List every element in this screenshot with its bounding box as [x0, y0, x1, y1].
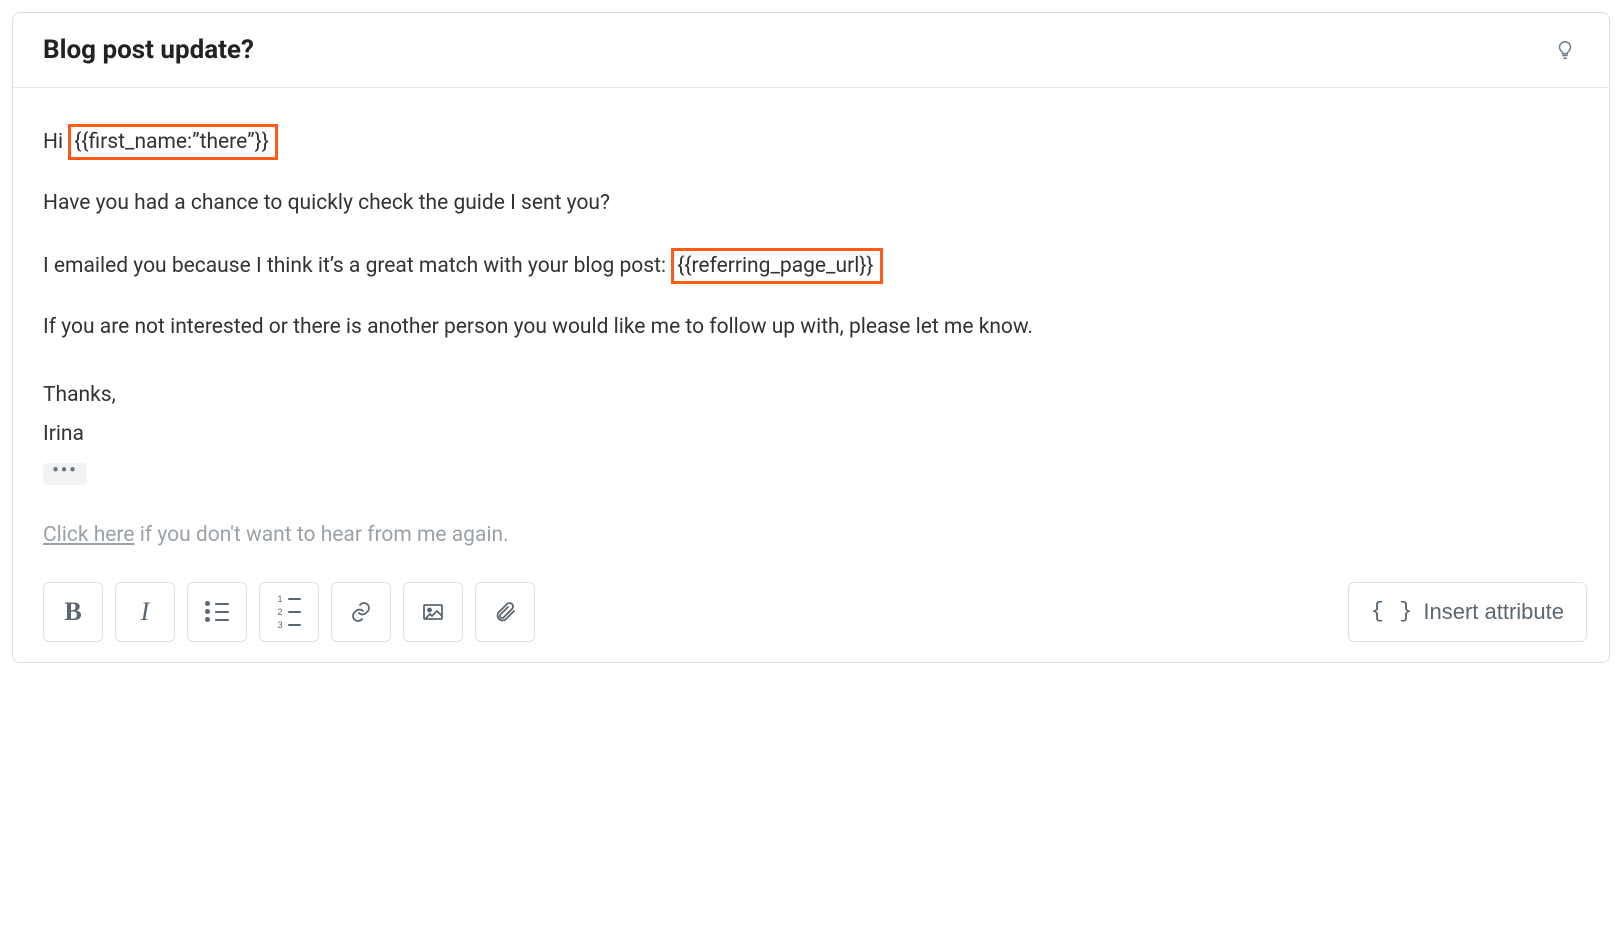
editor-toolbar: B I 1 2 3: [13, 570, 1609, 662]
bold-icon: B: [64, 597, 81, 627]
signoff-name: Irina: [43, 419, 1579, 451]
braces-icon: { }: [1371, 599, 1414, 624]
attachment-button[interactable]: [475, 582, 535, 642]
show-trimmed-content-button[interactable]: •••: [43, 463, 87, 485]
insert-attribute-button[interactable]: { } Insert attribute: [1348, 582, 1587, 642]
body-line-2: I emailed you because I think it’s a gre…: [43, 248, 1579, 284]
bullet-list-icon: [205, 598, 229, 625]
greeting-line: Hi {{first_name:”there”}}: [43, 124, 1579, 160]
body-line-3: If you are not interested or there is an…: [43, 312, 1579, 344]
first-name-placeholder[interactable]: {{first_name:”there”}}: [68, 124, 278, 160]
lightbulb-icon[interactable]: [1551, 36, 1579, 64]
unsubscribe-rest: if you don't want to hear from me again.: [135, 523, 509, 547]
bullet-list-button[interactable]: [187, 582, 247, 642]
link-button[interactable]: [331, 582, 391, 642]
italic-button[interactable]: I: [115, 582, 175, 642]
image-button[interactable]: [403, 582, 463, 642]
insert-attribute-label: Insert attribute: [1423, 599, 1564, 625]
image-icon: [421, 600, 445, 624]
referring-url-placeholder[interactable]: {{referring_page_url}}: [671, 248, 882, 284]
email-body[interactable]: Hi {{first_name:”there”}} Have you had a…: [13, 88, 1609, 570]
link-icon: [349, 600, 373, 624]
unsubscribe-link[interactable]: Click here: [43, 523, 135, 547]
greeting-prefix: Hi: [43, 130, 68, 154]
italic-icon: I: [141, 597, 150, 627]
signoff-thanks: Thanks,: [43, 380, 1579, 412]
editor-header: Blog post update?: [13, 13, 1609, 88]
numbered-list-button[interactable]: 1 2 3: [259, 582, 319, 642]
body-line-1: Have you had a chance to quickly check t…: [43, 188, 1579, 220]
bold-button[interactable]: B: [43, 582, 103, 642]
subject-line[interactable]: Blog post update?: [43, 35, 254, 65]
unsubscribe-line: Click here if you don't want to hear fro…: [43, 520, 1579, 552]
format-button-group: B I 1 2 3: [43, 582, 535, 642]
numbered-list-icon: 1 2 3: [277, 591, 301, 633]
paperclip-icon: [493, 600, 517, 624]
body-line-2-prefix: I emailed you because I think it’s a gre…: [43, 254, 671, 278]
email-editor-card: Blog post update? Hi {{first_name:”there…: [12, 12, 1610, 663]
